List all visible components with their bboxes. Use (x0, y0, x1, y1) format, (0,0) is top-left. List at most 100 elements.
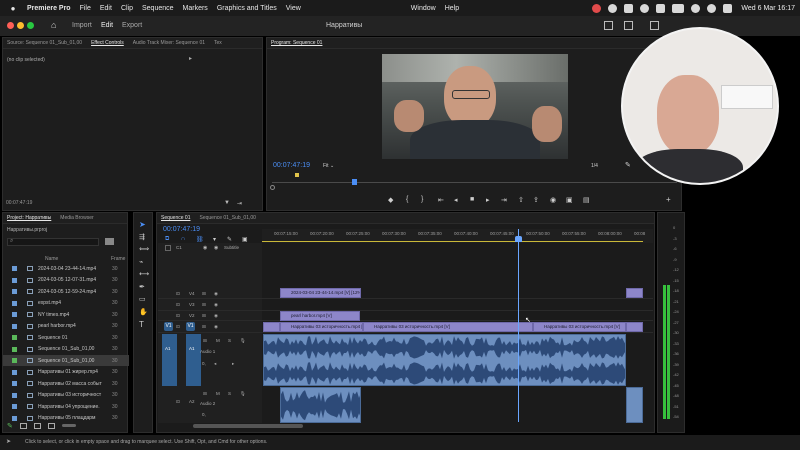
timeline-playhead[interactable] (518, 229, 519, 422)
eye-v1-icon[interactable]: ◉ (214, 324, 218, 330)
source-patch-v1[interactable]: V1 (164, 322, 173, 331)
clip-v1-b[interactable]: Нарративы 03 историчность.mp4 [V] (363, 322, 533, 332)
label-color-swatch[interactable] (12, 404, 17, 409)
record-status-icon[interactable] (592, 3, 602, 13)
track-a1-target-bar[interactable] (186, 334, 201, 386)
menu-edit[interactable]: Edit (100, 5, 112, 12)
keyframe-next-a1-icon[interactable]: ▸ (232, 361, 234, 367)
track-label-v1[interactable]: V1 (186, 322, 195, 331)
tab-text[interactable]: Tex (214, 40, 222, 46)
filter-icon[interactable]: ▼ (224, 200, 230, 206)
dropbox-icon[interactable] (624, 3, 634, 13)
status-icon-2[interactable] (640, 3, 650, 13)
project-list-item[interactable]: expst.mp4 30 (3, 298, 129, 309)
battery-icon[interactable] (672, 3, 685, 13)
add-button-icon[interactable]: + (666, 195, 671, 204)
zoom-slider[interactable] (62, 424, 76, 427)
work-area-bar[interactable] (262, 241, 643, 242)
solo-a1-button[interactable]: S (228, 338, 231, 343)
source-patch-a1-bar[interactable] (162, 334, 177, 386)
export-frame-camera-icon[interactable]: ◉ (550, 196, 556, 204)
label-color-swatch[interactable] (12, 335, 17, 340)
in-point-marker[interactable] (295, 173, 299, 177)
project-list-item[interactable]: Sequence 01_Sub_01,00 30 (3, 344, 129, 355)
track-row-v4[interactable] (158, 287, 653, 299)
tab-edit[interactable]: Edit (101, 22, 113, 29)
share-icon[interactable] (624, 21, 633, 30)
tab-sequence-01[interactable]: Sequence 01 (161, 215, 190, 221)
new-bin-icon[interactable] (105, 238, 114, 245)
menu-view[interactable]: View (286, 5, 301, 12)
track-label-v3[interactable]: V3 (189, 302, 195, 307)
label-color-swatch[interactable] (12, 266, 17, 271)
clip-v1-a[interactable]: Нарративы 03 историчность.mp4 [V] (280, 322, 363, 332)
program-monitor-title[interactable]: Program: Sequence 01 (271, 40, 322, 46)
menu-graphics[interactable]: Graphics and Titles (217, 5, 277, 12)
record-a2-icon[interactable]: 🎙 (240, 391, 246, 397)
home-icon[interactable]: ⌂ (51, 20, 56, 30)
project-list-item[interactable]: 2024-03-05 12-07-31.mp4 30 (3, 275, 129, 286)
minimize-window-icon[interactable] (17, 22, 24, 29)
zoom-window-icon[interactable] (27, 22, 34, 29)
timeline-timecode[interactable]: 00:07:47:19 (163, 226, 200, 233)
tab-source[interactable]: Source: Sequence 01_Sub_01,00 (7, 40, 82, 46)
rectangle-tool-icon[interactable]: ▭ (139, 295, 146, 303)
add-marker-timeline-icon[interactable]: ▾ (213, 236, 216, 243)
track-label-v4[interactable]: V4 (189, 291, 195, 296)
export-frame-icon[interactable]: ⇥ (237, 200, 242, 207)
label-color-swatch[interactable] (12, 358, 17, 363)
track-label-v2[interactable]: V2 (189, 313, 195, 318)
extract-icon[interactable]: ⇪ (533, 196, 539, 204)
program-timecode[interactable]: 00:07:47:19 (273, 162, 310, 169)
track-select-tool-icon[interactable]: ⇶ (139, 233, 145, 241)
search-icon[interactable] (707, 3, 717, 13)
tab-audio-mixer[interactable]: Audio Track Mixer: Sequence 01 (133, 40, 205, 46)
go-to-in-icon[interactable]: ⇤ (438, 196, 444, 204)
label-color-swatch[interactable] (12, 300, 17, 306)
project-list-item[interactable]: Нарративы 04 упрощение. 30 (3, 401, 129, 412)
track-row-v3[interactable] (158, 299, 653, 311)
pencil-icon[interactable]: ✎ (7, 422, 13, 430)
lift-icon[interactable]: ⇧ (518, 196, 524, 204)
source-patch-a1[interactable]: A1 (165, 346, 171, 351)
tab-sequence-sub[interactable]: Sequence 01_Sub_01,00 (199, 215, 255, 221)
sync-lock-a2-icon[interactable]: ⊟ (203, 391, 207, 397)
lock-v4-icon[interactable]: ⊡ (176, 291, 180, 297)
label-color-swatch[interactable] (12, 415, 17, 421)
menu-help[interactable]: Help (445, 5, 459, 12)
step-forward-icon[interactable]: ▸ (486, 196, 490, 204)
project-list-item[interactable]: Нарративы 02 масса событ 30 (3, 378, 129, 389)
label-color-swatch[interactable] (12, 323, 17, 329)
program-playhead[interactable] (352, 179, 357, 185)
clip-v2[interactable]: pearl harbor.mp4 [V] (280, 311, 360, 321)
project-list-item[interactable]: 2024-03-04 23-44-14.mp4 30 (3, 263, 129, 274)
menu-file[interactable]: File (80, 5, 91, 12)
mute-a2-button[interactable]: M (216, 391, 220, 396)
icon-view-icon[interactable] (34, 423, 41, 429)
subtitle-toggle-lock[interactable] (165, 245, 171, 251)
audio-clip-a2[interactable] (280, 387, 361, 423)
project-list-item[interactable]: Нарративы 05 плацдарм 30 (3, 413, 129, 424)
mark-out-icon[interactable]: } (421, 196, 423, 203)
label-color-swatch[interactable] (12, 392, 17, 398)
project-list-item[interactable]: Нарративы 01 жирер.mp4 30 (3, 367, 129, 378)
tab-export[interactable]: Export (122, 22, 142, 29)
lock-v2-icon[interactable]: ⊡ (176, 313, 180, 319)
control-center-icon[interactable] (723, 3, 733, 13)
button-editor-icon[interactable]: ▤ (583, 196, 590, 204)
label-color-swatch[interactable] (12, 312, 17, 317)
project-list-item[interactable]: NY times.mp4 30 (3, 309, 129, 320)
app-icon[interactable] (656, 3, 666, 13)
menu-clip[interactable]: Clip (121, 5, 133, 12)
column-name[interactable]: Name (45, 256, 58, 262)
menu-app-name[interactable]: Premiere Pro (27, 5, 71, 12)
clip-v4[interactable]: 2024-03-04 23-44-14.mp4 [V] [12%] (280, 288, 361, 298)
insert-sequence-icon[interactable]: ⧉ (165, 236, 169, 243)
sync-lock-a1-icon[interactable]: ⊟ (203, 338, 207, 344)
keyframe-prev-a1-icon[interactable]: ◂ (214, 361, 216, 367)
selection-tool-icon[interactable]: ➤ (139, 220, 146, 229)
apple-menu-icon[interactable]: ● (8, 4, 18, 13)
timeline-settings-icon[interactable]: ✎ (227, 236, 232, 243)
lock-a2-icon[interactable]: ⊡ (176, 399, 180, 405)
project-search-input[interactable]: ⌕ (7, 238, 99, 246)
